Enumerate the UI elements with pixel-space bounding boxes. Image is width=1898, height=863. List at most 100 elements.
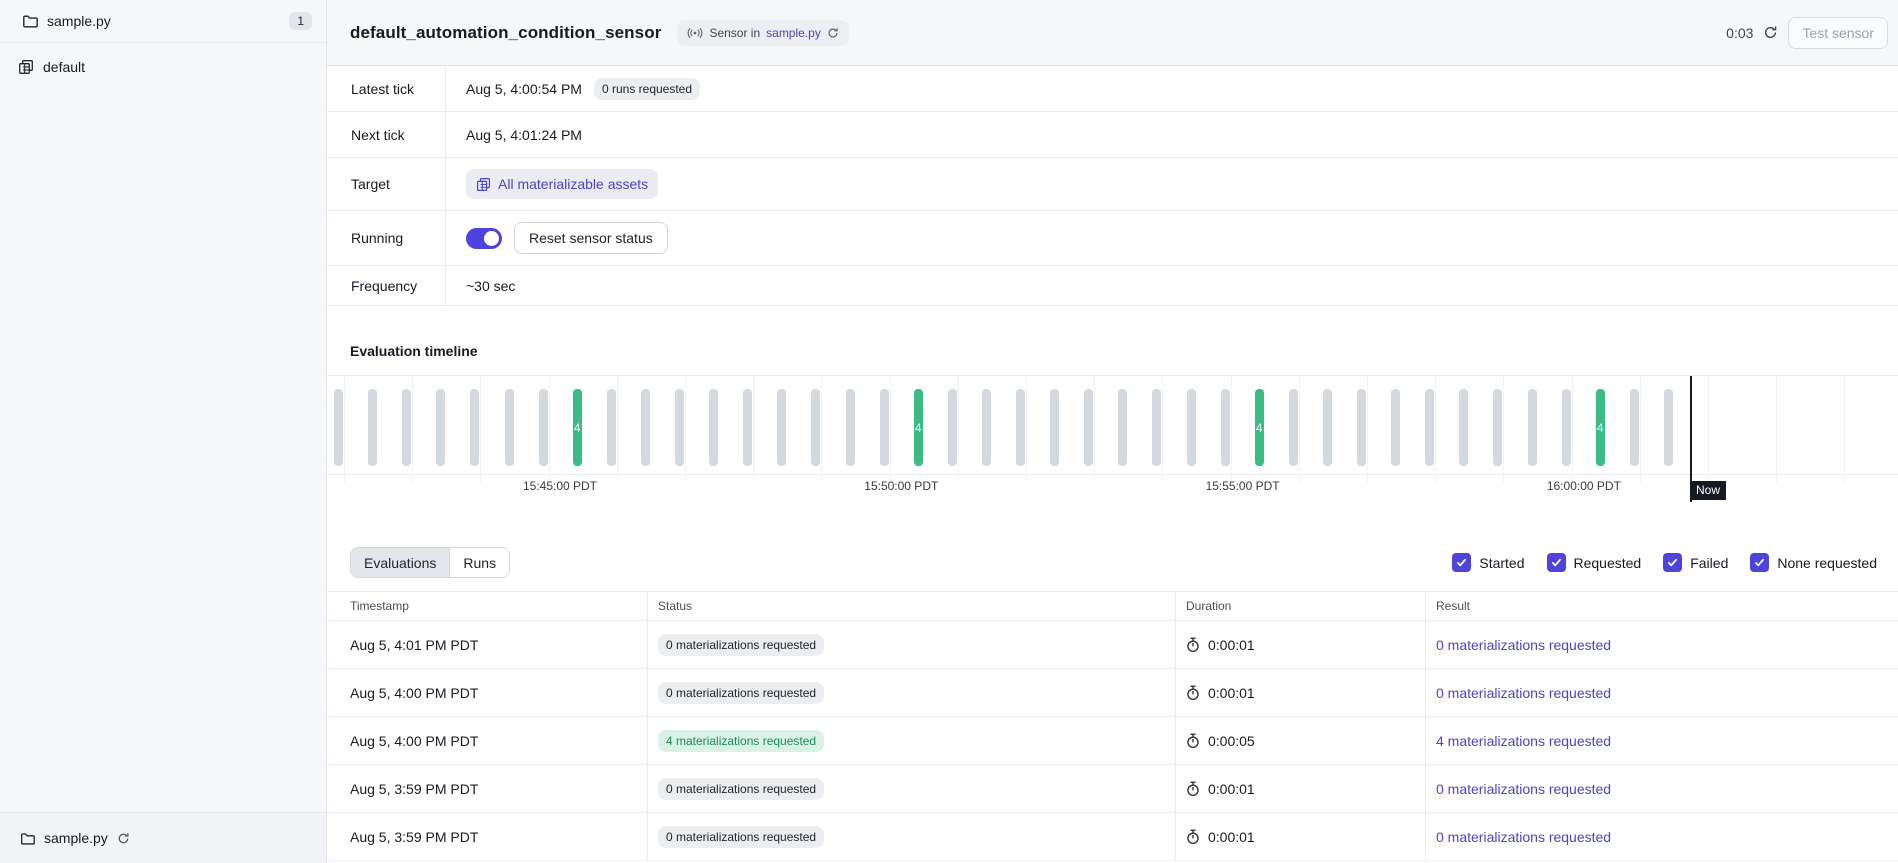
timeline-bar[interactable] (675, 389, 684, 466)
timeline-bar-requested[interactable]: 4 (1255, 389, 1264, 466)
timeline-bar[interactable] (1493, 389, 1502, 466)
table-row: Aug 5, 4:00 PM PDT4 materializations req… (327, 717, 1898, 765)
timeline-bar[interactable] (1152, 389, 1161, 466)
timeline-bar[interactable] (1221, 389, 1230, 466)
timeline-bar[interactable] (641, 389, 650, 466)
target-assets-chip[interactable]: All materializable assets (466, 169, 658, 199)
checkbox-failed[interactable] (1663, 553, 1682, 572)
badge-refresh-icon[interactable] (827, 27, 839, 39)
stopwatch-icon (1186, 829, 1200, 845)
timeline-gridline (1640, 376, 1641, 482)
filter-none-requested[interactable]: None requested (1750, 553, 1877, 572)
refresh-icon[interactable] (117, 832, 130, 845)
timeline-bar[interactable] (709, 389, 718, 466)
timeline-gridline (1162, 376, 1163, 482)
timeline-bar[interactable] (1050, 389, 1059, 466)
timeline-bar[interactable] (777, 389, 786, 466)
detail-label: Running (327, 211, 445, 265)
timeline-bar[interactable] (880, 389, 889, 466)
result-link[interactable]: 0 materializations requested (1436, 781, 1611, 797)
table-header-row: TimestampStatusDurationResult (327, 592, 1898, 621)
timeline-gridline (890, 376, 891, 482)
status-badge: 0 materializations requested (658, 778, 824, 800)
filter-requested[interactable]: Requested (1547, 553, 1642, 572)
timeline-bar[interactable] (470, 389, 479, 466)
timeline-bar[interactable] (607, 389, 616, 466)
timeline-bar-requested[interactable]: 4 (1596, 389, 1605, 466)
sidebar: sample.py 1 default sample.py (0, 0, 327, 863)
filter-label: Requested (1574, 555, 1642, 571)
sidebar-item-label: sample.py (47, 13, 111, 29)
app-window: sample.py 1 default sample.py default_au… (0, 0, 1898, 863)
running-toggle[interactable] (466, 228, 502, 249)
tab-runs[interactable]: Runs (449, 548, 509, 577)
toggle-knob (484, 231, 499, 246)
timeline-gridline (617, 376, 618, 482)
timeline-bar[interactable] (948, 389, 957, 466)
frequency-value: ~30 sec (466, 278, 515, 294)
timestamp-cell: Aug 5, 4:01 PM PDT (327, 621, 647, 668)
status-cell: 0 materializations requested (647, 813, 1175, 860)
evaluations-table: TimestampStatusDurationResult Aug 5, 4:0… (327, 591, 1898, 861)
sidebar-item-sample-py[interactable]: sample.py 1 (0, 0, 326, 43)
result-link[interactable]: 0 materializations requested (1436, 637, 1611, 653)
stopwatch-icon (1186, 781, 1200, 797)
timeline-bar[interactable] (1391, 389, 1400, 466)
status-filters: Started Requested Failed None requested (1452, 553, 1877, 572)
test-sensor-button[interactable]: Test sensor (1788, 17, 1888, 49)
timeline-bar[interactable] (1016, 389, 1025, 466)
timeline-bar[interactable] (1357, 389, 1366, 466)
sidebar-footer-sample-py[interactable]: sample.py (0, 812, 326, 863)
timeline-bar[interactable] (539, 389, 548, 466)
duration-cell: 0:00:01 (1175, 669, 1425, 716)
timeline-bar[interactable] (334, 389, 343, 466)
timeline-bar[interactable] (368, 389, 377, 466)
result-link[interactable]: 0 materializations requested (1436, 685, 1611, 701)
reset-sensor-status-button[interactable]: Reset sensor status (514, 222, 668, 254)
timeline-bar[interactable] (1323, 389, 1332, 466)
timeline-bar[interactable] (1084, 389, 1093, 466)
refresh-icon[interactable] (1763, 25, 1778, 40)
timeline-bar[interactable] (1289, 389, 1298, 466)
sensor-file-link[interactable]: sample.py (766, 26, 821, 40)
timeline-bar[interactable] (1528, 389, 1537, 466)
timestamp-cell: Aug 5, 3:59 PM PDT (327, 765, 647, 812)
duration-value: 0:00:01 (1208, 829, 1255, 845)
duration-cell: 0:00:05 (1175, 717, 1425, 764)
timeline-bar[interactable] (743, 389, 752, 466)
timeline-bar[interactable] (436, 389, 445, 466)
col-header-duration: Duration (1175, 592, 1425, 620)
timeline-bar[interactable] (1425, 389, 1434, 466)
checkbox-none-requested[interactable] (1750, 553, 1769, 572)
next-tick-timestamp: Aug 5, 4:01:24 PM (466, 127, 582, 143)
filter-failed[interactable]: Failed (1663, 553, 1728, 572)
timeline-bar-requested[interactable]: 4 (914, 389, 923, 466)
timeline-axis-label: 15:45:00 PDT (505, 479, 615, 493)
filter-label: Started (1479, 555, 1524, 571)
checkbox-started[interactable] (1452, 553, 1471, 572)
detail-row-target: Target All materializable assets (327, 158, 1898, 211)
timeline-bar[interactable] (846, 389, 855, 466)
timeline-bar[interactable] (505, 389, 514, 466)
timeline-bar[interactable] (811, 389, 820, 466)
tab-evaluations[interactable]: Evaluations (351, 548, 449, 577)
timeline-bar[interactable] (1187, 389, 1196, 466)
timeline-gridline (1231, 376, 1232, 482)
timeline-bar-requested[interactable]: 4 (573, 389, 582, 466)
filter-started[interactable]: Started (1452, 553, 1524, 572)
timeline-bar[interactable] (402, 389, 411, 466)
timeline-bar-value: 4 (1597, 421, 1604, 435)
timeline-bar[interactable] (982, 389, 991, 466)
timeline-bar[interactable] (1630, 389, 1639, 466)
detail-row-running: Running Reset sensor status (327, 211, 1898, 266)
timeline-bar[interactable] (1562, 389, 1571, 466)
timeline-bar[interactable] (1664, 389, 1673, 466)
result-link[interactable]: 4 materializations requested (1436, 733, 1611, 749)
timeline-gridline (821, 376, 822, 482)
timeline-bar[interactable] (1459, 389, 1468, 466)
checkbox-requested[interactable] (1547, 553, 1566, 572)
timeline-bar[interactable] (1118, 389, 1127, 466)
sidebar-item-default[interactable]: default (0, 47, 326, 87)
result-link[interactable]: 0 materializations requested (1436, 829, 1611, 845)
table-body: Aug 5, 4:01 PM PDT 0 materializations req… (327, 621, 1898, 861)
